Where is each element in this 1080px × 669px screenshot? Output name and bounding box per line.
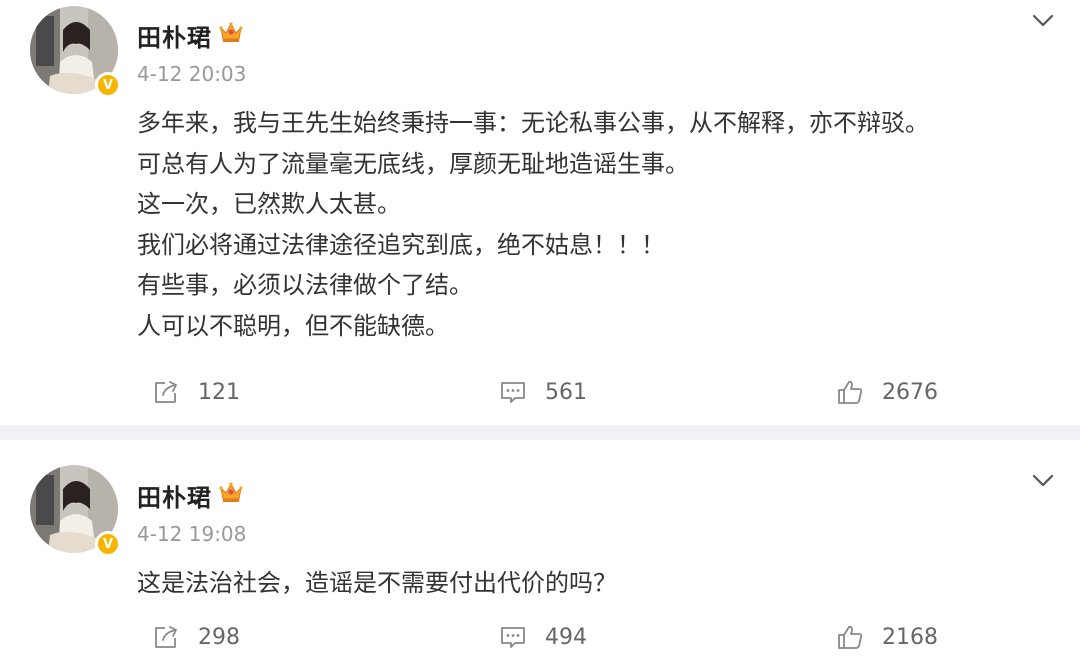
verified-badge-icon: V (95, 72, 121, 98)
chevron-down-icon[interactable] (1032, 474, 1054, 488)
post-text-line: 可总有人为了流量毫无底线，厚颜无耻地造谣生事。 (137, 149, 689, 178)
comment-count: 494 (545, 624, 587, 650)
repost-icon (155, 626, 177, 648)
crown-icon (219, 22, 243, 42)
avatar[interactable]: V (30, 6, 121, 98)
post-text-line: 这是法治社会，造谣是不需要付出代价的吗？ (137, 569, 617, 597)
comment-button[interactable]: 561 (499, 372, 587, 412)
like-button[interactable]: 2676 (836, 372, 938, 412)
comment-icon (501, 382, 525, 403)
post-text-line: 人可以不聪明，但不能缺德。 (137, 311, 449, 340)
author-name[interactable]: 田朴珺 (137, 478, 212, 513)
like-count: 2676 (882, 379, 938, 405)
comment-icon (501, 627, 525, 648)
avatar[interactable]: V (30, 465, 121, 557)
post-content: 多年来，我与王先生始终秉持一事：无论私事公事，从不解释，亦不辩驳。 可总有人为了… (137, 103, 1040, 346)
repost-button[interactable]: 121 (152, 372, 240, 412)
post-actions: 121 561 2676 (0, 372, 1080, 412)
repost-count: 298 (198, 624, 240, 650)
post-content: 这是法治社会，造谣是不需要付出代价的吗？ (137, 563, 1040, 604)
post-timestamp[interactable]: 4-12 19:08 (137, 522, 246, 546)
thumbs-up-icon (838, 380, 863, 404)
weibo-post-card: V 田朴珺 4-12 20:03 多年来，我与王先生始终秉持一事：无论私事公事，… (0, 0, 1080, 425)
post-text-line: 我们必将通过法律途径追究到底，绝不姑息！！！ (137, 230, 665, 259)
comment-count: 561 (545, 379, 587, 405)
comment-button[interactable]: 494 (499, 617, 587, 657)
author-name[interactable]: 田朴珺 (137, 18, 212, 53)
like-button[interactable]: 2168 (836, 617, 938, 657)
verified-badge-icon: V (95, 531, 121, 557)
post-text-line: 这一次，已然欺人太甚。 (137, 190, 401, 218)
chevron-down-icon[interactable] (1032, 14, 1054, 28)
repost-icon (155, 381, 177, 403)
repost-button[interactable]: 298 (152, 617, 240, 657)
crown-icon (219, 482, 243, 502)
post-actions: 298 494 2168 (0, 617, 1080, 657)
like-count: 2168 (882, 624, 938, 650)
post-text-line: 多年来，我与王先生始终秉持一事：无论私事公事，从不解释，亦不辩驳。 (137, 109, 929, 137)
post-text-line: 有些事，必须以法律做个了结。 (137, 271, 473, 299)
weibo-post-card: V 田朴珺 4-12 19:08 这是法治社会，造谣是不需要付出代价的吗？ 29… (0, 440, 1080, 669)
repost-count: 121 (198, 379, 240, 405)
post-timestamp[interactable]: 4-12 20:03 (137, 62, 246, 86)
thumbs-up-icon (838, 625, 863, 649)
